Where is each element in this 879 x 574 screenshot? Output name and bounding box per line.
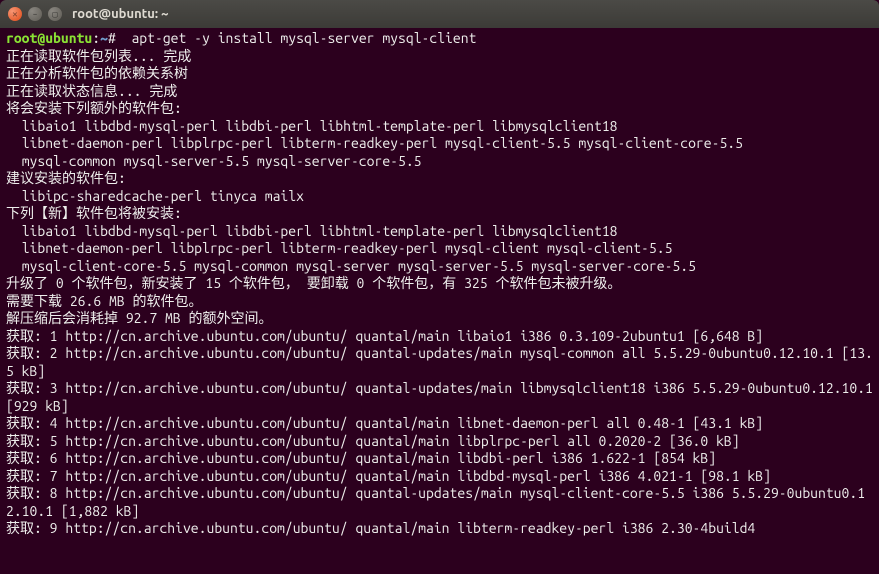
terminal-line: libaio1 libdbd-mysql-perl libdbi-perl li… (6, 118, 873, 136)
terminal-line: 获取: 8 http://cn.archive.ubuntu.com/ubunt… (6, 485, 873, 520)
terminal-line: 需要下载 26.6 MB 的软件包。 (6, 293, 873, 311)
terminal-body[interactable]: root@ubuntu:~# apt-get -y install mysql-… (0, 28, 879, 574)
minimize-icon[interactable]: – (28, 7, 42, 21)
terminal-line: 建议安装的软件包: (6, 170, 873, 188)
terminal-line: 获取: 1 http://cn.archive.ubuntu.com/ubunt… (6, 328, 873, 346)
terminal-line: 获取: 7 http://cn.archive.ubuntu.com/ubunt… (6, 468, 873, 486)
terminal-line: libipc-sharedcache-perl tinyca mailx (6, 188, 873, 206)
terminal-line: 将会安装下列额外的软件包: (6, 100, 873, 118)
terminal-line: libnet-daemon-perl libplrpc-perl libterm… (6, 240, 873, 258)
terminal-line: 解压缩后会消耗掉 92.7 MB 的额外空间。 (6, 310, 873, 328)
terminal-line: 获取: 6 http://cn.archive.ubuntu.com/ubunt… (6, 450, 873, 468)
terminal-line: 获取: 4 http://cn.archive.ubuntu.com/ubunt… (6, 415, 873, 433)
prompt-command: apt-get -y install mysql-server mysql-cl… (116, 30, 477, 46)
terminal-line: 正在读取状态信息... 完成 (6, 83, 873, 101)
terminal-line: 正在读取软件包列表... 完成 (6, 48, 873, 66)
terminal-output: 正在读取软件包列表... 完成正在分析软件包的依赖关系树正在读取状态信息... … (6, 48, 873, 538)
terminal-line: 升级了 0 个软件包，新安装了 15 个软件包， 要卸载 0 个软件包，有 32… (6, 275, 873, 293)
terminal-line: 正在分析软件包的依赖关系树 (6, 65, 873, 83)
terminal-line: 下列【新】软件包将被安装: (6, 205, 873, 223)
maximize-icon[interactable]: ▢ (48, 7, 62, 21)
window-controls: ✕ – ▢ (8, 7, 62, 21)
prompt-path: ~ (100, 30, 108, 46)
prompt-line: root@ubuntu:~# apt-get -y install mysql-… (6, 30, 873, 48)
prompt-separator: : (92, 30, 100, 46)
terminal-line: libaio1 libdbd-mysql-perl libdbi-perl li… (6, 223, 873, 241)
close-icon[interactable]: ✕ (8, 7, 22, 21)
terminal-line: 获取: 2 http://cn.archive.ubuntu.com/ubunt… (6, 345, 873, 380)
window-title: root@ubuntu: ~ (72, 7, 169, 21)
window-titlebar: ✕ – ▢ root@ubuntu: ~ (0, 0, 879, 28)
terminal-line: 获取: 9 http://cn.archive.ubuntu.com/ubunt… (6, 520, 873, 538)
terminal-line: 获取: 3 http://cn.archive.ubuntu.com/ubunt… (6, 380, 873, 415)
terminal-line: mysql-common mysql-server-5.5 mysql-serv… (6, 153, 873, 171)
terminal-line: mysql-client-core-5.5 mysql-common mysql… (6, 258, 873, 276)
prompt-symbol: # (108, 30, 116, 46)
terminal-line: libnet-daemon-perl libplrpc-perl libterm… (6, 135, 873, 153)
terminal-line: 获取: 5 http://cn.archive.ubuntu.com/ubunt… (6, 433, 873, 451)
prompt-user-host: root@ubuntu (6, 30, 92, 46)
